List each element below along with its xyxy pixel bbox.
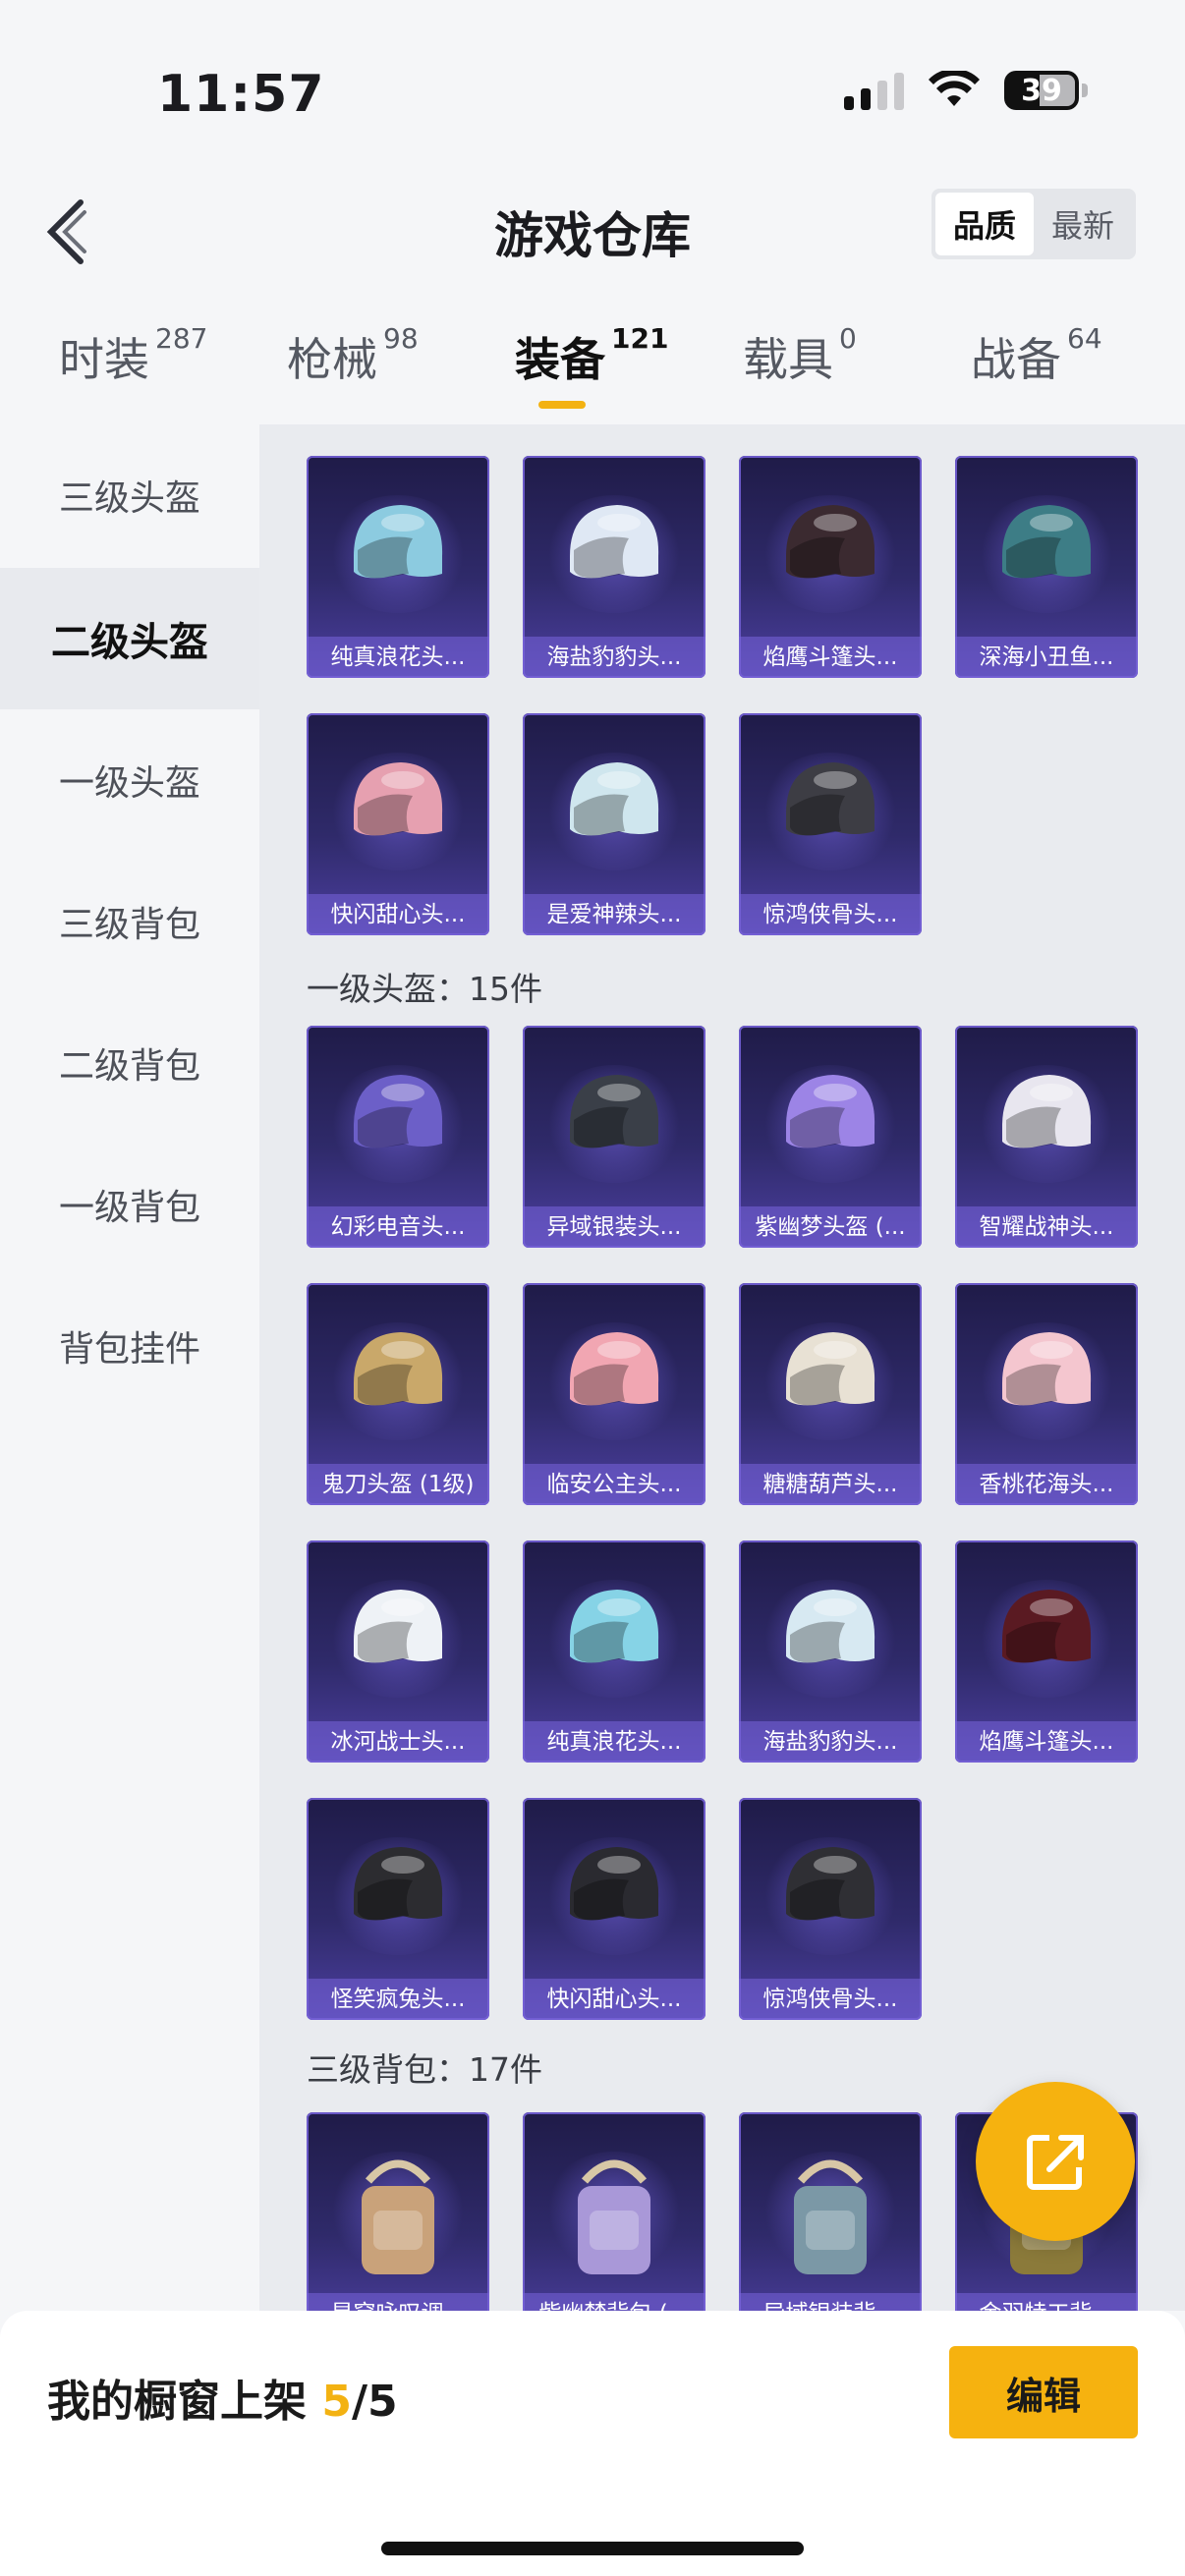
tab-supplies[interactable]: 战备 64 bbox=[971, 322, 1102, 389]
item-card-level1-helmet[interactable]: 快闪甜心头... bbox=[523, 1798, 705, 2020]
battery-level: 39 bbox=[1021, 73, 1062, 108]
item-name: 幻彩电音头... bbox=[307, 1206, 489, 1248]
item-name: 鬼刀头盔 (1级) bbox=[307, 1464, 489, 1505]
item-card-level2-helmet[interactable]: 海盐豹豹头... bbox=[523, 456, 705, 678]
category-tabs: 时装 287 枪械 98 装备 121 载具 0 战备 64 bbox=[0, 322, 1185, 413]
shelf-status: 我的橱窗上架 5/5 bbox=[47, 2366, 398, 2429]
shelf-total: /5 bbox=[351, 2377, 398, 2427]
item-name: 惊鸿侠骨头... bbox=[739, 894, 922, 935]
item-card-level2-helmet[interactable]: 焰鹰斗篷头... bbox=[739, 456, 922, 678]
home-indicator bbox=[381, 2542, 804, 2555]
item-name: 异域银装头... bbox=[523, 1206, 705, 1248]
tab-label: 载具 bbox=[743, 333, 833, 386]
tab-label: 枪械 bbox=[287, 333, 377, 386]
item-name: 临安公主头... bbox=[523, 1464, 705, 1505]
sidebar-item-level3-backpack[interactable]: 三级背包 bbox=[0, 851, 259, 992]
share-button[interactable] bbox=[976, 2082, 1135, 2241]
status-icons: 39 bbox=[844, 71, 1088, 110]
shelf-label: 我的橱窗上架 bbox=[47, 2377, 307, 2427]
item-card-level1-helmet[interactable]: 惊鸿侠骨头... bbox=[739, 1798, 922, 2020]
item-card-level1-helmet[interactable]: 糖糖葫芦头... bbox=[739, 1283, 922, 1505]
sort-newest-button[interactable]: 最新 bbox=[1034, 193, 1132, 255]
share-icon bbox=[1027, 2135, 1084, 2190]
shelf-count: 5 bbox=[321, 2377, 352, 2427]
tab-label: 时装 bbox=[59, 333, 149, 386]
item-card-level1-helmet[interactable]: 临安公主头... bbox=[523, 1283, 705, 1505]
item-card-level1-helmet[interactable]: 纯真浪花头... bbox=[523, 1540, 705, 1763]
item-card-level2-helmet[interactable]: 惊鸿侠骨头... bbox=[739, 713, 922, 935]
item-name: 糖糖葫芦头... bbox=[739, 1464, 922, 1505]
item-card-level1-helmet[interactable]: 怪笑疯兔头... bbox=[307, 1798, 489, 2020]
item-card-level1-helmet[interactable]: 海盐豹豹头... bbox=[739, 1540, 922, 1763]
battery-icon: 39 bbox=[1004, 71, 1088, 110]
section-label-level3-backpack: 三级背包：17件 bbox=[307, 2050, 542, 2089]
item-name: 智耀战神头... bbox=[955, 1206, 1138, 1248]
item-name: 香桃花海头... bbox=[955, 1464, 1138, 1505]
tab-equipment[interactable]: 装备 121 bbox=[515, 322, 669, 409]
tab-label: 战备 bbox=[971, 333, 1061, 386]
sort-toggle: 品质 最新 bbox=[931, 189, 1136, 259]
tab-count: 0 bbox=[839, 322, 857, 355]
tab-label: 装备 bbox=[515, 333, 605, 386]
sidebar-item-level1-backpack[interactable]: 一级背包 bbox=[0, 1134, 259, 1275]
item-name: 纯真浪花头... bbox=[523, 1721, 705, 1763]
item-name: 快闪甜心头... bbox=[307, 894, 489, 935]
bottom-bar: 我的橱窗上架 5/5 编辑 bbox=[0, 2311, 1185, 2576]
sidebar-item-level3-helmet[interactable]: 三级头盔 bbox=[0, 424, 259, 566]
item-name: 金羽特工背... bbox=[955, 2293, 1138, 2311]
item-name: 快闪甜心头... bbox=[523, 1979, 705, 2020]
item-card-level1-helmet[interactable]: 智耀战神头... bbox=[955, 1026, 1138, 1248]
item-card-level1-helmet[interactable]: 幻彩电音头... bbox=[307, 1026, 489, 1248]
wifi-icon bbox=[929, 71, 980, 106]
tab-active-indicator bbox=[538, 401, 586, 409]
item-name: 纯真浪花头... bbox=[307, 637, 489, 678]
item-name: 深海小丑鱼... bbox=[955, 637, 1138, 678]
item-grid: 一级头盔：15件 三级背包：17件 纯真浪花头... 海盐豹豹头... 焰鹰斗篷头.… bbox=[259, 424, 1185, 2311]
item-card-level3-backpack[interactable]: 紫幽梦背包 (... bbox=[523, 2112, 705, 2311]
item-card-level1-helmet[interactable]: 冰河战士头... bbox=[307, 1540, 489, 1763]
item-name: 冰河战士头... bbox=[307, 1721, 489, 1763]
item-name: 异域银装背... bbox=[739, 2293, 922, 2311]
item-card-level1-helmet[interactable]: 焰鹰斗篷头... bbox=[955, 1540, 1138, 1763]
item-name: 星穹咏叹调... bbox=[307, 2293, 489, 2311]
item-name: 海盐豹豹头... bbox=[523, 637, 705, 678]
item-card-level3-backpack[interactable]: 星穹咏叹调... bbox=[307, 2112, 489, 2311]
sidebar: 三级头盔 二级头盔 一级头盔 三级背包 二级背包 一级背包 背包挂件 bbox=[0, 424, 259, 2311]
section-label-level1-helmet: 一级头盔：15件 bbox=[307, 970, 542, 1008]
item-name: 焰鹰斗篷头... bbox=[739, 637, 922, 678]
tab-fashion[interactable]: 时装 287 bbox=[59, 322, 208, 389]
item-card-level1-helmet[interactable]: 紫幽梦头盔 (... bbox=[739, 1026, 922, 1248]
sidebar-item-backpack-charm[interactable]: 背包挂件 bbox=[0, 1275, 259, 1417]
tab-guns[interactable]: 枪械 98 bbox=[287, 322, 419, 389]
item-name: 是爱神辣头... bbox=[523, 894, 705, 935]
tab-count: 64 bbox=[1067, 322, 1102, 355]
item-card-level1-helmet[interactable]: 香桃花海头... bbox=[955, 1283, 1138, 1505]
item-card-level1-helmet[interactable]: 异域银装头... bbox=[523, 1026, 705, 1248]
item-name: 紫幽梦头盔 (... bbox=[739, 1206, 922, 1248]
sidebar-item-level2-backpack[interactable]: 二级背包 bbox=[0, 992, 259, 1134]
item-name: 海盐豹豹头... bbox=[739, 1721, 922, 1763]
tab-vehicles[interactable]: 载具 0 bbox=[743, 322, 857, 389]
item-card-level2-helmet[interactable]: 快闪甜心头... bbox=[307, 713, 489, 935]
item-card-level3-backpack[interactable]: 异域银装背... bbox=[739, 2112, 922, 2311]
tab-count: 121 bbox=[611, 322, 669, 355]
item-card-level2-helmet[interactable]: 纯真浪花头... bbox=[307, 456, 489, 678]
item-name: 焰鹰斗篷头... bbox=[955, 1721, 1138, 1763]
status-time: 11:57 bbox=[157, 65, 325, 124]
edit-button[interactable]: 编辑 bbox=[949, 2346, 1138, 2438]
sort-quality-button[interactable]: 品质 bbox=[935, 193, 1034, 255]
item-name: 紫幽梦背包 (... bbox=[523, 2293, 705, 2311]
tab-count: 287 bbox=[155, 322, 208, 355]
signal-icon bbox=[844, 71, 904, 110]
sidebar-item-level2-helmet[interactable]: 二级头盔 bbox=[0, 568, 259, 709]
tab-count: 98 bbox=[383, 322, 419, 355]
item-card-level1-helmet[interactable]: 鬼刀头盔 (1级) bbox=[307, 1283, 489, 1505]
item-card-level2-helmet[interactable]: 深海小丑鱼... bbox=[955, 456, 1138, 678]
item-card-level2-helmet[interactable]: 是爱神辣头... bbox=[523, 713, 705, 935]
sidebar-item-level1-helmet[interactable]: 一级头盔 bbox=[0, 709, 259, 851]
item-name: 惊鸿侠骨头... bbox=[739, 1979, 922, 2020]
item-name: 怪笑疯兔头... bbox=[307, 1979, 489, 2020]
